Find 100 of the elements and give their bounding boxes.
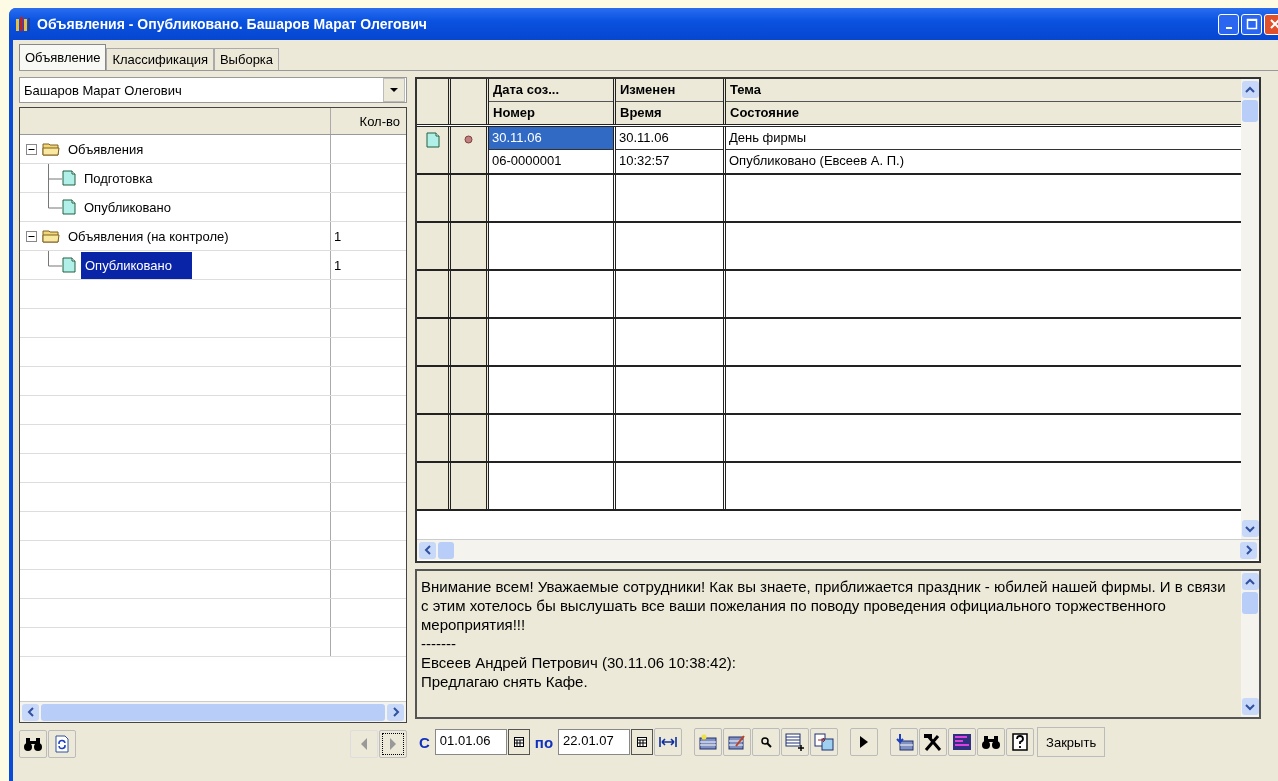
- folder-icon: [42, 142, 60, 156]
- column-header[interactable]: Тема: [726, 79, 1241, 102]
- horizontal-scrollbar[interactable]: [20, 701, 406, 722]
- collapse-icon[interactable]: [26, 230, 37, 242]
- document-icon: [62, 199, 76, 215]
- scroll-right-button[interactable]: [387, 703, 404, 721]
- message-text: -------: [421, 634, 457, 653]
- chevron-up-icon: [1245, 577, 1255, 586]
- count: 1: [334, 257, 342, 273]
- chevron-left-icon: [423, 545, 432, 555]
- calendar-button[interactable]: [631, 729, 654, 755]
- play-icon: [859, 735, 870, 749]
- bar-chart-button[interactable]: [948, 728, 977, 756]
- right-triangle-icon: [388, 737, 398, 751]
- document-icon: [425, 132, 440, 148]
- count: 1: [334, 228, 342, 244]
- bar-chart-icon: [952, 733, 973, 751]
- tree-item[interactable]: Опубликовано: [81, 251, 192, 279]
- minimize-icon: [1225, 26, 1232, 29]
- message-text: Внимание всем! Уважаемые сотрудники! Как вы знаете, приближается праздник - юбилей нашей фирмы. И в связи с этим хотелось бы выслушать все ваши пожелания по поводу проведения официального торжественного мероприятия!!!: [421, 577, 1227, 634]
- column-header[interactable]: Дата соз...: [489, 79, 613, 102]
- owner-dropdown[interactable]: Башаров Марат Олегович: [19, 77, 407, 103]
- document-icon: [62, 170, 76, 186]
- from-label: С: [418, 733, 431, 751]
- chevron-left-icon: [26, 707, 35, 717]
- chevron-down-icon: [1245, 524, 1255, 533]
- tab[interactable]: Объявление: [19, 44, 107, 70]
- to-label: по: [533, 733, 555, 751]
- search-button[interactable]: [752, 728, 781, 756]
- find-button[interactable]: [977, 728, 1006, 756]
- import-button[interactable]: [890, 728, 919, 756]
- window-title: Объявления - Опубликовано. Башаров Марат Олегович: [37, 16, 428, 32]
- tools-button[interactable]: [919, 728, 948, 756]
- horizontal-scrollbar[interactable]: [417, 539, 1259, 560]
- message-text-area[interactable]: [415, 569, 1261, 719]
- next-button[interactable]: [379, 730, 407, 758]
- scroll-thumb[interactable]: [1242, 100, 1258, 122]
- vertical-scrollbar[interactable]: [1241, 79, 1259, 539]
- chevron-down-icon: [1245, 702, 1255, 711]
- collapse-icon[interactable]: [26, 143, 37, 155]
- tab[interactable]: Выборка: [213, 48, 280, 70]
- copy-icon: [814, 733, 835, 751]
- vertical-scrollbar[interactable]: [1241, 571, 1259, 717]
- column-header[interactable]: Изменен: [616, 79, 723, 102]
- scroll-left-button[interactable]: [22, 703, 39, 721]
- copy-button[interactable]: [810, 728, 839, 756]
- scroll-up-button[interactable]: [1241, 573, 1259, 590]
- maximize-icon: [1245, 18, 1258, 30]
- scroll-thumb[interactable]: [41, 703, 385, 721]
- help-button[interactable]: [1006, 728, 1035, 756]
- tree-item[interactable]: Объявления (на контроле): [65, 226, 232, 246]
- column-header[interactable]: Кол-во: [331, 108, 406, 134]
- new-record-button[interactable]: [694, 728, 723, 756]
- chevron-right-icon: [1244, 545, 1253, 555]
- play-button[interactable]: [850, 728, 879, 756]
- tree-item[interactable]: Объявления: [65, 139, 147, 159]
- binoculars-icon: [23, 736, 43, 752]
- date-field[interactable]: 22.01.07: [558, 729, 631, 755]
- tree-item[interactable]: Опубликовано: [81, 197, 174, 217]
- tree-item[interactable]: Подготовка: [81, 168, 156, 188]
- table-sun-icon: [699, 734, 718, 750]
- double-arrow-icon: [659, 736, 678, 748]
- refresh-document-icon: [54, 735, 70, 753]
- table-cell: 30.11.06: [616, 127, 723, 150]
- binoculars-icon: [981, 734, 1002, 750]
- tab[interactable]: Классификация: [106, 48, 214, 70]
- scroll-up-button[interactable]: [1241, 81, 1259, 98]
- table-cell-text: Опубликовано (Евсеев А. П.): [728, 152, 905, 170]
- down-arrow-table-icon: [894, 733, 915, 751]
- date-field[interactable]: 01.01.06: [434, 729, 507, 755]
- scroll-down-button[interactable]: [1241, 520, 1259, 537]
- left-triangle-icon: [359, 737, 369, 751]
- minimize-button[interactable]: [1218, 13, 1239, 35]
- chevron-up-icon: [1245, 85, 1255, 94]
- refresh-button[interactable]: [48, 730, 76, 758]
- edit-record-button[interactable]: [723, 728, 752, 756]
- hammer-icon: [923, 733, 944, 751]
- close-icon: [1268, 18, 1278, 30]
- calendar-button[interactable]: [507, 729, 530, 755]
- scroll-down-button[interactable]: [1241, 698, 1259, 715]
- search-button[interactable]: [19, 730, 47, 758]
- column-header[interactable]: Номер: [489, 102, 613, 124]
- scroll-left-button[interactable]: [419, 541, 436, 559]
- column-header[interactable]: Состояние: [726, 102, 1241, 124]
- close-text-button[interactable]: Закрыть: [1037, 727, 1106, 757]
- column-header[interactable]: Время: [616, 102, 723, 124]
- scroll-right-button[interactable]: [1240, 541, 1257, 559]
- scroll-thumb[interactable]: [438, 541, 454, 559]
- search-icon: [760, 736, 773, 748]
- chevron-right-icon: [391, 707, 400, 717]
- table-pencil-icon: [728, 734, 747, 750]
- table-cell-text: 10:32:57: [618, 152, 671, 170]
- range-button[interactable]: [654, 728, 683, 756]
- help-icon: [1012, 733, 1029, 751]
- folder-icon: [42, 229, 60, 243]
- add-row-button[interactable]: [781, 728, 810, 756]
- calendar-icon: [513, 737, 524, 747]
- message-text: Предлагаю снять Кафе.: [421, 672, 589, 691]
- scroll-thumb[interactable]: [1242, 592, 1258, 614]
- maximize-button[interactable]: [1241, 13, 1262, 35]
